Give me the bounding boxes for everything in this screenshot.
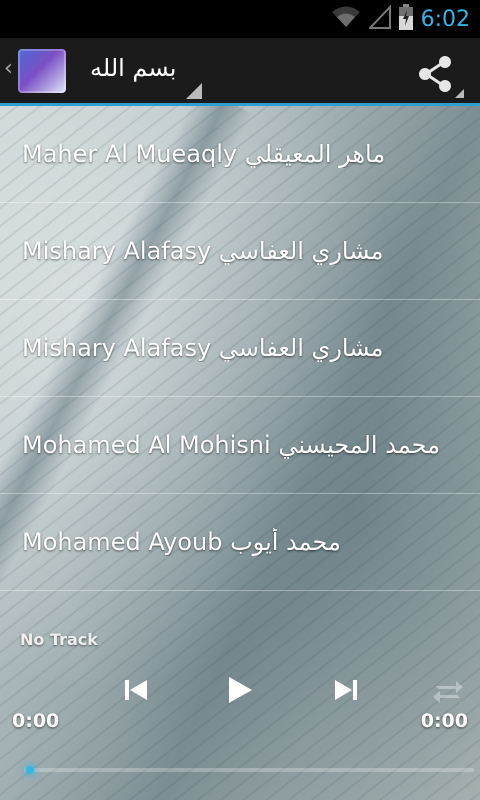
status-bar: 6:02: [0, 0, 480, 38]
repeat-icon: [433, 681, 463, 703]
share-button[interactable]: [414, 52, 468, 98]
elapsed-time: 0:00: [12, 710, 60, 732]
clock: 6:02: [420, 6, 470, 32]
list-item-label: Mishary Alafasy مشاري العفاسي: [22, 334, 384, 362]
overflow-indicator-icon: [455, 89, 464, 98]
previous-icon: [125, 680, 147, 700]
signal-icon: [367, 4, 391, 33]
list-item[interactable]: Mishary Alafasy مشاري العفاسي: [0, 300, 480, 397]
content-area: Maher Al Mueaqly ماهر المعيقلي Mishary A…: [0, 106, 480, 800]
list-item[interactable]: Mishary Alafasy مشاري العفاسي: [0, 203, 480, 300]
seek-bar[interactable]: [24, 768, 474, 772]
list-item-label: Mishary Alafasy مشاري العفاسي: [22, 237, 384, 265]
seek-thumb[interactable]: [26, 766, 34, 774]
total-time: 0:00: [420, 710, 468, 732]
previous-button[interactable]: [118, 672, 154, 708]
next-button[interactable]: [328, 672, 364, 708]
list-item[interactable]: Mohamed Al Mohisni محمد المحيسني: [0, 397, 480, 494]
app-icon[interactable]: [18, 49, 66, 93]
repeat-button[interactable]: [430, 672, 466, 708]
share-icon: [419, 56, 451, 92]
reciter-list: Maher Al Mueaqly ماهر المعيقلي Mishary A…: [0, 106, 480, 591]
list-item[interactable]: Mohamed Ayoub محمد أيوب: [0, 494, 480, 591]
list-item-label: Mohamed Al Mohisni محمد المحيسني: [22, 431, 441, 459]
page-title: بسم الله: [90, 54, 177, 82]
play-button[interactable]: [221, 672, 257, 708]
list-item[interactable]: Maher Al Mueaqly ماهر المعيقلي: [0, 106, 480, 203]
list-item-label: Mohamed Ayoub محمد أيوب: [22, 528, 341, 556]
title-spinner[interactable]: بسم الله: [78, 38, 202, 103]
battery-icon: [398, 4, 413, 34]
action-bar: ‹ بسم الله: [0, 38, 480, 106]
media-player: No Track 0:00 0:00: [0, 620, 480, 800]
play-icon: [229, 677, 252, 703]
up-caret-icon[interactable]: ‹: [4, 58, 13, 80]
track-title: No Track: [20, 630, 98, 649]
next-icon: [335, 680, 357, 700]
spinner-indicator-icon: [186, 83, 202, 99]
wifi-icon: [331, 5, 361, 33]
list-item-label: Maher Al Mueaqly ماهر المعيقلي: [22, 140, 386, 168]
